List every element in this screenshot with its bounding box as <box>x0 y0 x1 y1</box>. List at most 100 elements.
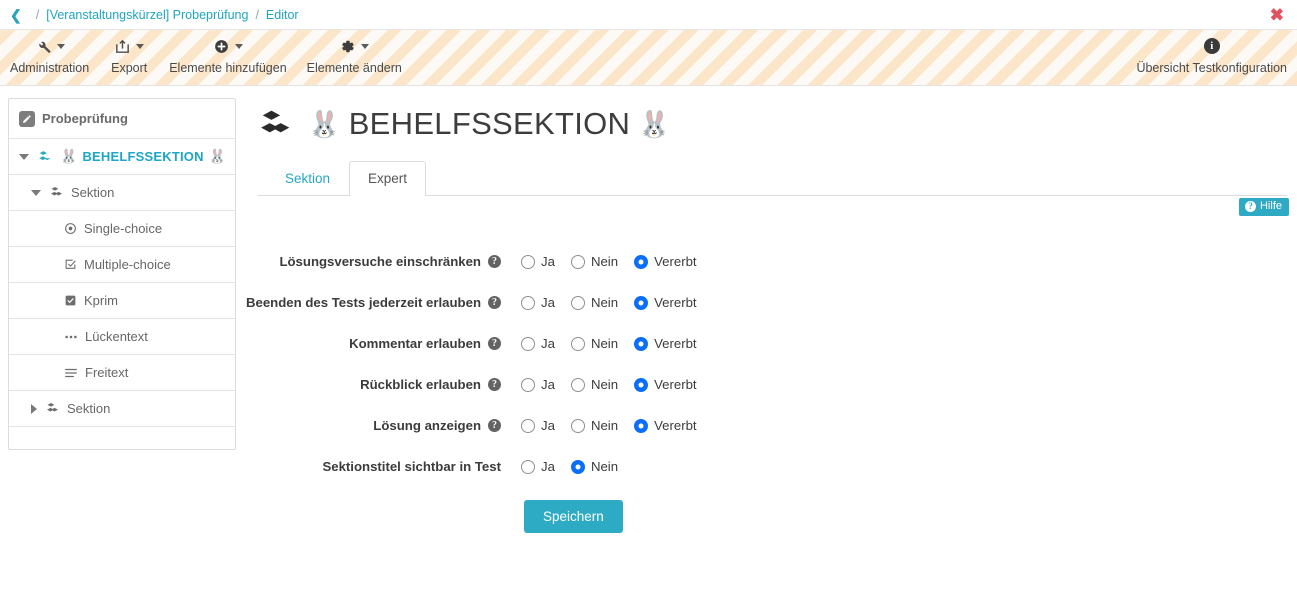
save-button[interactable]: Speichern <box>524 500 623 533</box>
chevron-down-icon[interactable] <box>56 43 65 49</box>
radio-label-vererbt: Vererbt <box>654 295 697 310</box>
radio-option-vererbt[interactable]: Vererbt <box>634 295 697 310</box>
radio-input-vererbt[interactable] <box>634 254 649 269</box>
radio-option-ja[interactable]: Ja <box>521 459 555 474</box>
sidebar-header-label: Probeprüfung <box>42 111 128 126</box>
tab-sektion[interactable]: Sektion <box>266 161 349 196</box>
radio-option-nein[interactable]: Nein <box>570 377 618 392</box>
sidebar-item-single-choice[interactable]: Single-choice <box>9 211 235 247</box>
tab-expert[interactable]: Expert <box>349 160 427 196</box>
page-title: 🐰 BEHELFSSEKTION 🐰 <box>258 106 1287 142</box>
sidebar-header-probepruefung[interactable]: Probeprüfung <box>9 99 235 139</box>
rabbit-emoji-before: 🐰 <box>308 108 341 139</box>
radio-option-nein[interactable]: Nein <box>570 336 619 351</box>
back-chevron-icon[interactable]: ❮ <box>10 8 22 22</box>
radio-input-ja[interactable] <box>521 459 535 474</box>
breadcrumb-separator: / <box>35 7 40 22</box>
toolbar-label-test-config-overview: Übersicht Testkonfiguration <box>1136 61 1287 75</box>
radio-option-vererbt[interactable]: Vererbt <box>634 254 697 269</box>
sidebar-footer-spacer <box>9 427 235 449</box>
chevron-right-icon[interactable] <box>31 403 37 414</box>
form-label-loesungsversuche-einschraenken: Lösungsversuche einschränken <box>279 254 481 269</box>
radio-option-nein[interactable]: Nein <box>570 254 618 269</box>
radio-label-vererbt: Vererbt <box>654 418 697 433</box>
sidebar-item-freitext[interactable]: Freitext <box>9 355 235 391</box>
blocks-icon <box>45 401 60 416</box>
form-label-wrap: Rückblick erlauben ? <box>258 377 501 392</box>
chevron-down-icon[interactable] <box>234 43 243 49</box>
blocks-icon <box>37 149 53 165</box>
radio-option-vererbt[interactable]: Vererbt <box>634 377 697 392</box>
radio-input-nein[interactable] <box>570 295 585 310</box>
radio-input-vererbt[interactable] <box>634 418 649 433</box>
toolbar-item-add-elements[interactable]: Elemente hinzufügen <box>159 30 296 75</box>
radio-input-nein[interactable] <box>570 254 585 269</box>
radio-option-vererbt[interactable]: Vererbt <box>634 418 697 433</box>
radio-group-loesungsversuche-einschraenken: Ja Nein Vererbt <box>521 254 713 269</box>
radio-input-ja[interactable] <box>521 295 535 310</box>
help-icon[interactable]: ? <box>488 255 501 268</box>
radio-option-vererbt[interactable]: Vererbt <box>634 336 697 351</box>
radio-label-nein: Nein <box>590 336 619 351</box>
sidebar-item-label-multiple-choice: Multiple-choice <box>84 257 171 272</box>
form-row-loesungsversuche-einschraenken: Lösungsversuche einschränken ? Ja Nein V… <box>258 254 1287 269</box>
radio-input-nein[interactable] <box>570 418 585 433</box>
help-icon[interactable]: ? <box>488 378 501 391</box>
radio-option-ja[interactable]: Ja <box>521 418 555 433</box>
toolbar-item-test-config-overview[interactable]: i Übersicht Testkonfiguration <box>1126 30 1297 75</box>
sidebar-item-lueckentext[interactable]: Lückentext <box>9 319 235 355</box>
help-icon[interactable]: ? <box>488 296 501 309</box>
form-row-loesung-anzeigen: Lösung anzeigen ? Ja Nein Vererbt <box>258 418 1287 433</box>
pencil-icon <box>19 110 35 127</box>
toolbar-item-export[interactable]: Export <box>99 30 159 75</box>
radio-input-vererbt[interactable] <box>634 377 649 392</box>
radio-group-kommentar-erlauben: Ja Nein Vererbt <box>521 336 713 351</box>
sidebar-item-multiple-choice[interactable]: Multiple-choice <box>9 247 235 283</box>
sidebar-item-kprim[interactable]: Kprim <box>9 283 235 319</box>
sidebar-item-sektion-2[interactable]: Sektion <box>9 391 235 427</box>
radio-option-ja[interactable]: Ja <box>521 254 555 269</box>
radio-input-vererbt[interactable] <box>634 336 649 351</box>
radio-label-nein: Nein <box>590 418 619 433</box>
chevron-down-icon[interactable] <box>31 189 41 196</box>
chevron-down-icon[interactable] <box>19 153 29 160</box>
radio-input-nein[interactable] <box>570 336 585 351</box>
radio-input-vererbt[interactable] <box>634 295 649 310</box>
checkbox-outline-icon <box>64 258 77 271</box>
help-icon[interactable]: ? <box>488 419 501 432</box>
help-icon[interactable]: ? <box>488 337 501 350</box>
radio-option-nein[interactable]: Nein <box>570 295 618 310</box>
wrench-icon <box>35 38 52 55</box>
radio-option-nein[interactable]: Nein <box>570 418 619 433</box>
radio-label-ja: Ja <box>541 336 555 351</box>
toolbar-item-administration[interactable]: Administration <box>0 30 99 75</box>
sidebar-item-sektion-1[interactable]: Sektion <box>9 175 235 211</box>
help-button[interactable]: ? Hilfe <box>1238 198 1289 216</box>
form-label-wrap: Beenden des Tests jederzeit erlauben ? <box>246 295 501 310</box>
breadcrumb-item-course[interactable]: [Veranstaltungskürzel] Probeprüfung <box>46 8 248 22</box>
radio-input-nein[interactable] <box>570 459 585 474</box>
radio-option-ja[interactable]: Ja <box>521 336 555 351</box>
radio-option-ja[interactable]: Ja <box>521 295 555 310</box>
radio-input-ja[interactable] <box>521 377 535 392</box>
radio-icon <box>64 222 77 235</box>
toolbar-item-change-elements[interactable]: Elemente ändern <box>297 30 412 75</box>
breadcrumb-item-editor[interactable]: Editor <box>266 8 299 22</box>
radio-input-ja[interactable] <box>521 336 535 351</box>
toolbar-icon-group <box>339 36 370 56</box>
sidebar-item-behelfssektion[interactable]: 🐰 BEHELFSSEKTION 🐰 <box>9 139 235 175</box>
radio-input-nein[interactable] <box>570 377 585 392</box>
chevron-down-icon[interactable] <box>136 43 145 49</box>
chevron-down-icon[interactable] <box>361 43 370 49</box>
sidebar-item-label-single-choice: Single-choice <box>84 221 163 236</box>
rabbit-emoji-after: 🐰 <box>638 108 671 139</box>
radio-option-nein[interactable]: Nein <box>570 459 618 474</box>
radio-input-ja[interactable] <box>521 254 535 269</box>
radio-group-loesung-anzeigen: Ja Nein Vererbt <box>521 418 713 433</box>
form-label-kommentar-erlauben: Kommentar erlauben <box>349 336 481 351</box>
sidebar-item-label-freitext: Freitext <box>85 365 129 380</box>
radio-input-ja[interactable] <box>521 418 535 433</box>
radio-option-ja[interactable]: Ja <box>521 377 555 392</box>
close-icon[interactable]: ✖ <box>1270 6 1284 23</box>
form-actions: Speichern <box>258 500 1287 533</box>
